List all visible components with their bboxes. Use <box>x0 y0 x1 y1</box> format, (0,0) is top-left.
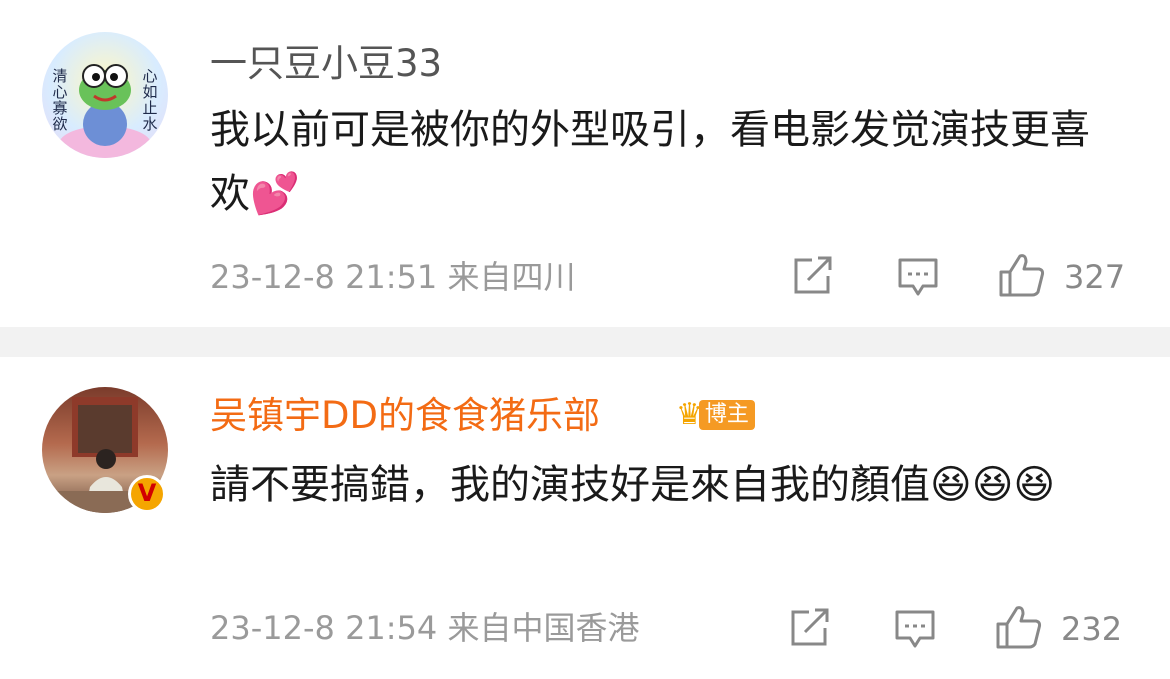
like-icon <box>999 254 1045 297</box>
comment-item: V 吴镇宇DD的食食猪乐部 ♛ 博主 請不要搞錯，我的演技好是來自我的顏值😆😆😆… <box>0 357 1170 679</box>
laughing-emoji: 😆😆😆 <box>930 462 1056 508</box>
username[interactable]: 吴镇宇DD的食食猪乐部 <box>210 394 600 438</box>
username[interactable]: 一只豆小豆33 <box>210 42 442 86</box>
comment-meta: 23-12-8 21:54 来自中国香港 <box>210 609 640 647</box>
blogger-badge: ♛ 博主 <box>676 396 755 434</box>
comment-icon <box>898 258 938 296</box>
hearts-emoji: 💕 <box>250 171 300 217</box>
comment-meta: 23-12-8 21:51 来自四川 <box>210 258 576 296</box>
comment-text: 我以前可是被你的外型吸引，看电影发觉演技更喜欢💕 <box>210 98 1110 226</box>
comment-body: 請不要搞錯，我的演技好是來自我的顏值 <box>210 462 930 508</box>
comment-button[interactable] <box>894 608 936 650</box>
section-divider <box>0 327 1170 357</box>
share-icon <box>791 608 829 646</box>
avatar-image: 清心寡欲 心如止水 <box>42 32 168 158</box>
like-button[interactable] <box>998 252 1046 298</box>
verified-badge: V <box>128 475 166 513</box>
share-icon <box>794 256 832 294</box>
avatar-left-text: 清心寡欲 <box>52 67 68 133</box>
like-count: 232 <box>1061 610 1123 648</box>
comment-icon <box>895 610 935 648</box>
comment-body: 我以前可是被你的外型吸引，看电影发觉演技更喜欢 <box>210 107 1090 217</box>
comment-text: 請不要搞錯，我的演技好是來自我的顏值😆😆😆 <box>210 453 1110 517</box>
avatar[interactable]: V <box>42 387 168 513</box>
avatar-right-text: 心如止水 <box>142 67 158 133</box>
avatar[interactable]: 清心寡欲 心如止水 <box>42 32 168 158</box>
share-button[interactable] <box>789 608 831 648</box>
comment-item: 清心寡欲 心如止水 一只豆小豆33 我以前可是被你的外型吸引，看电影发觉演技更喜… <box>0 0 1170 327</box>
comment-button[interactable] <box>897 256 939 298</box>
share-button[interactable] <box>792 256 834 296</box>
like-icon <box>996 606 1042 649</box>
like-button[interactable] <box>995 604 1043 650</box>
like-count: 327 <box>1064 258 1126 296</box>
blogger-badge-label: 博主 <box>698 400 755 430</box>
